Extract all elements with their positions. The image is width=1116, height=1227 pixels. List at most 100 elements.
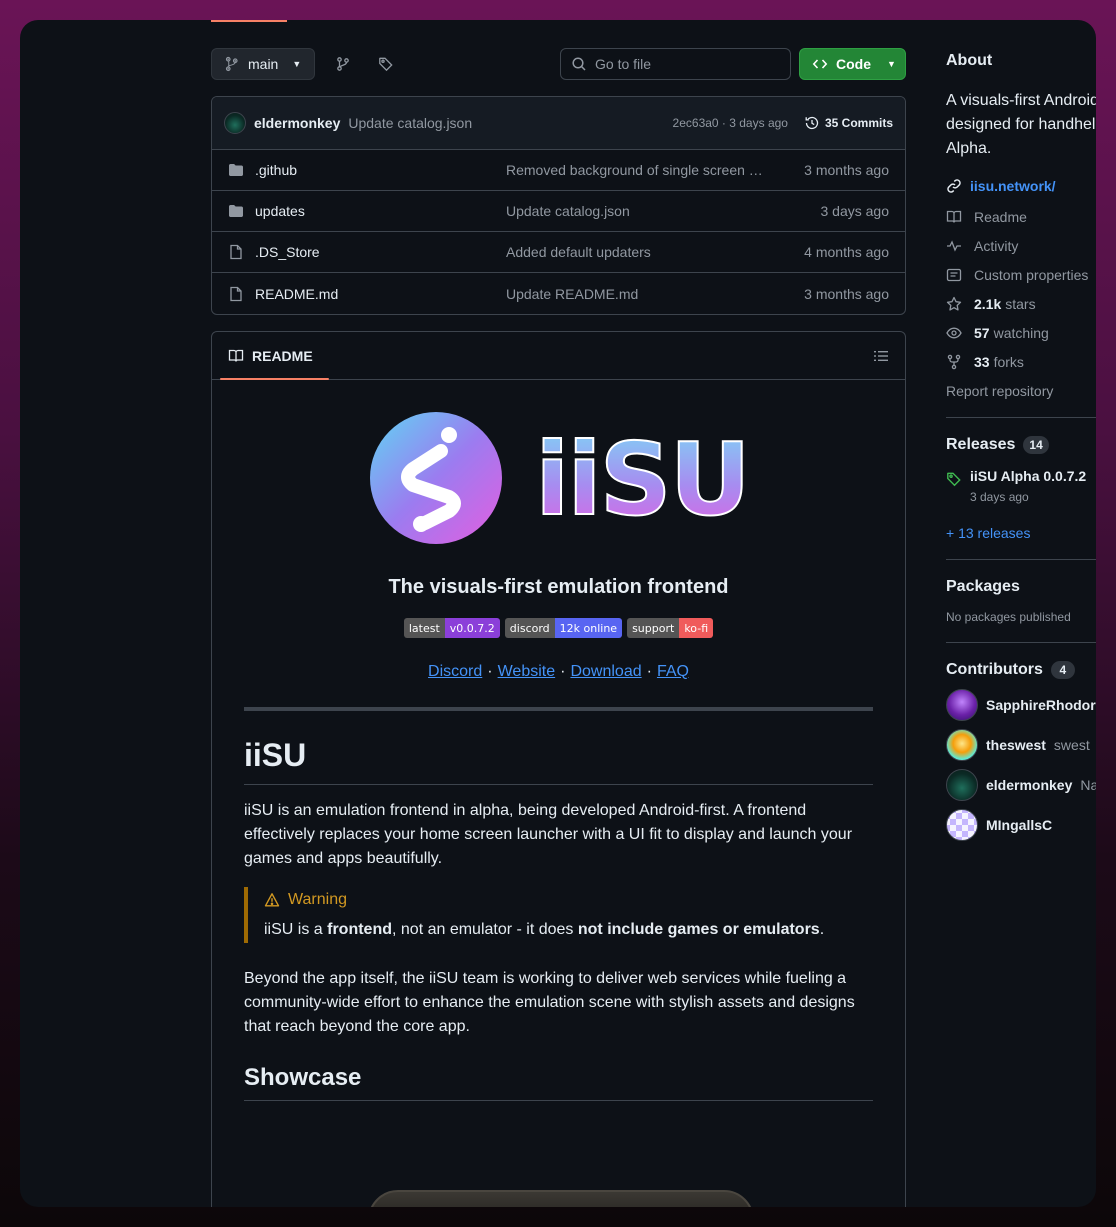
warning-bold-2: not include games or emulators: [577, 921, 820, 938]
repo-main: main ▼ Go to file Code ▼ eldermonkey Upd…: [211, 48, 906, 1207]
report-repository-link[interactable]: Report repository: [946, 376, 1096, 405]
divider: [946, 642, 1096, 643]
avatar[interactable]: [224, 112, 246, 134]
sidebar-item-activity[interactable]: Activity: [946, 231, 1096, 260]
file-commit-message[interactable]: Update README.md: [506, 286, 766, 302]
tag-icon: [947, 472, 961, 487]
intro-paragraph: iiSU is an emulation frontend in alpha, …: [244, 802, 853, 867]
file-icon: [230, 244, 242, 260]
more-releases-link[interactable]: + 13 releases: [946, 525, 1096, 541]
code-label: Code: [836, 56, 871, 72]
sidebar-item-label: watching: [993, 324, 1049, 341]
file-icon-wrap: [228, 286, 244, 302]
link-separator: ·: [560, 663, 566, 680]
file-name[interactable]: .DS_Store: [255, 244, 506, 260]
badge[interactable]: latest v0.0.7.2: [403, 618, 500, 638]
contributor[interactable]: eldermonkey Nat: [946, 769, 1096, 801]
warning-body: iiSU is a frontend, not an emulator - it…: [264, 921, 857, 939]
pulse-icon: [947, 239, 961, 252]
commit-message[interactable]: Update catalog.json: [348, 115, 472, 131]
readme-link-faq[interactable]: FAQ: [657, 663, 689, 680]
showcase-device-image: [368, 1190, 754, 1207]
contributor[interactable]: MIngallsC: [946, 809, 1096, 841]
commits-link[interactable]: 35 Commits: [804, 115, 893, 131]
code-icon: [812, 59, 828, 69]
branches-button[interactable]: [327, 48, 359, 80]
sidebar-item-count: 57: [974, 324, 990, 341]
branches-icon: [337, 57, 349, 71]
contributor[interactable]: SapphireRhodor: [946, 689, 1096, 721]
warning-bold-1: frontend: [327, 921, 392, 938]
contributors-heading[interactable]: Contributors 4: [946, 661, 1096, 679]
file-name[interactable]: README.md: [255, 286, 506, 302]
readme-link-website[interactable]: Website: [498, 663, 556, 680]
file-name[interactable]: updates: [255, 203, 506, 219]
contributor-name[interactable]: eldermonkey: [986, 777, 1072, 793]
releases-heading[interactable]: Releases 14: [946, 436, 1096, 454]
sidebar-item-count: 2.1k: [974, 295, 1002, 312]
sidebar-item-readme[interactable]: Readme: [946, 202, 1096, 231]
sidebar-item-watching[interactable]: 57 watching: [946, 318, 1096, 347]
file-commit-message[interactable]: Update catalog.json: [506, 203, 766, 219]
sidebar-item-label: stars: [1005, 295, 1036, 312]
website-url: iisu.network/: [970, 178, 1056, 194]
readme-link-download[interactable]: Download: [570, 663, 641, 680]
tab-readme[interactable]: README: [220, 332, 329, 380]
divider: [946, 559, 1096, 560]
branch-icon: [225, 56, 238, 72]
contributors-count: 4: [1050, 661, 1075, 679]
tags-button[interactable]: [370, 48, 402, 80]
eye-icon: [946, 327, 962, 338]
readme-link-discord[interactable]: Discord: [428, 663, 482, 680]
sidebar-item-forks[interactable]: 33 forks: [946, 347, 1096, 376]
beyond-paragraph: Beyond the app itself, the iiSU team is …: [244, 970, 855, 1035]
badge[interactable]: discord 12k online: [504, 618, 623, 638]
sidebar-item-count: 33: [974, 353, 990, 370]
commit-meta[interactable]: 2ec63a0 · 3 days ago: [673, 116, 788, 130]
iisu-wordmark: iiSU: [535, 430, 749, 526]
packages-note: No packages published: [946, 610, 1071, 624]
about-title: About: [946, 52, 993, 69]
code-button[interactable]: Code ▼: [799, 48, 906, 80]
latest-release[interactable]: iiSU Alpha 0.0.7.2 3 days ago: [946, 468, 1096, 504]
commit-author[interactable]: eldermonkey: [254, 115, 340, 131]
list-icon[interactable]: [873, 348, 889, 364]
branch-select-button[interactable]: main ▼: [211, 48, 315, 80]
table-row: README.md Update README.md 3 months ago: [212, 273, 905, 314]
avatar[interactable]: [946, 769, 978, 801]
iisu-logo: iiSU: [244, 411, 873, 545]
sidebar-item-label: Activity: [974, 237, 1019, 254]
releases-title: Releases: [946, 436, 1016, 453]
badge-label: discord: [504, 618, 555, 638]
file-date: 3 days ago: [820, 203, 890, 219]
sidebar-item-custom-properties[interactable]: Custom properties: [946, 260, 1096, 289]
about-line-1: A visuals-first Android: [946, 92, 1096, 109]
warning-label: Warning: [288, 891, 347, 908]
sidebar-item-stars[interactable]: 2.1k stars: [946, 289, 1096, 318]
badge-value: ko-fi: [679, 618, 714, 638]
avatar[interactable]: [946, 729, 978, 761]
badge[interactable]: support ko-fi: [627, 618, 714, 638]
branch-name: main: [248, 56, 279, 72]
file-icon-wrap: [228, 244, 244, 260]
contributor[interactable]: theswest swest: [946, 729, 1096, 761]
folder-icon-wrap: [228, 203, 244, 219]
file-date: 4 months ago: [804, 244, 889, 260]
file-commit-message[interactable]: Added default updaters: [506, 244, 766, 260]
avatar[interactable]: [946, 689, 978, 721]
table-row: updates Update catalog.json 3 days ago: [212, 191, 905, 232]
sidebar-item-label: forks: [993, 353, 1024, 370]
file-commit-message[interactable]: Removed background of single screen …: [506, 162, 766, 178]
file-name[interactable]: .github: [255, 162, 506, 178]
readme-body: iiSU The visuals-first emulation fronten…: [212, 411, 905, 1101]
contributor-name[interactable]: theswest: [986, 737, 1046, 753]
go-to-file-input[interactable]: Go to file: [560, 48, 791, 80]
contributor-name[interactable]: MIngallsC: [986, 817, 1052, 833]
packages-heading[interactable]: Packages: [946, 578, 1096, 596]
readme-tab-label: README: [252, 347, 313, 364]
website-link[interactable]: iisu.network/: [946, 178, 1096, 194]
avatar[interactable]: [946, 809, 978, 841]
table-row: .DS_Store Added default updaters 4 month…: [212, 232, 905, 273]
divider: [244, 707, 873, 711]
contributor-name[interactable]: SapphireRhodor: [986, 697, 1096, 713]
